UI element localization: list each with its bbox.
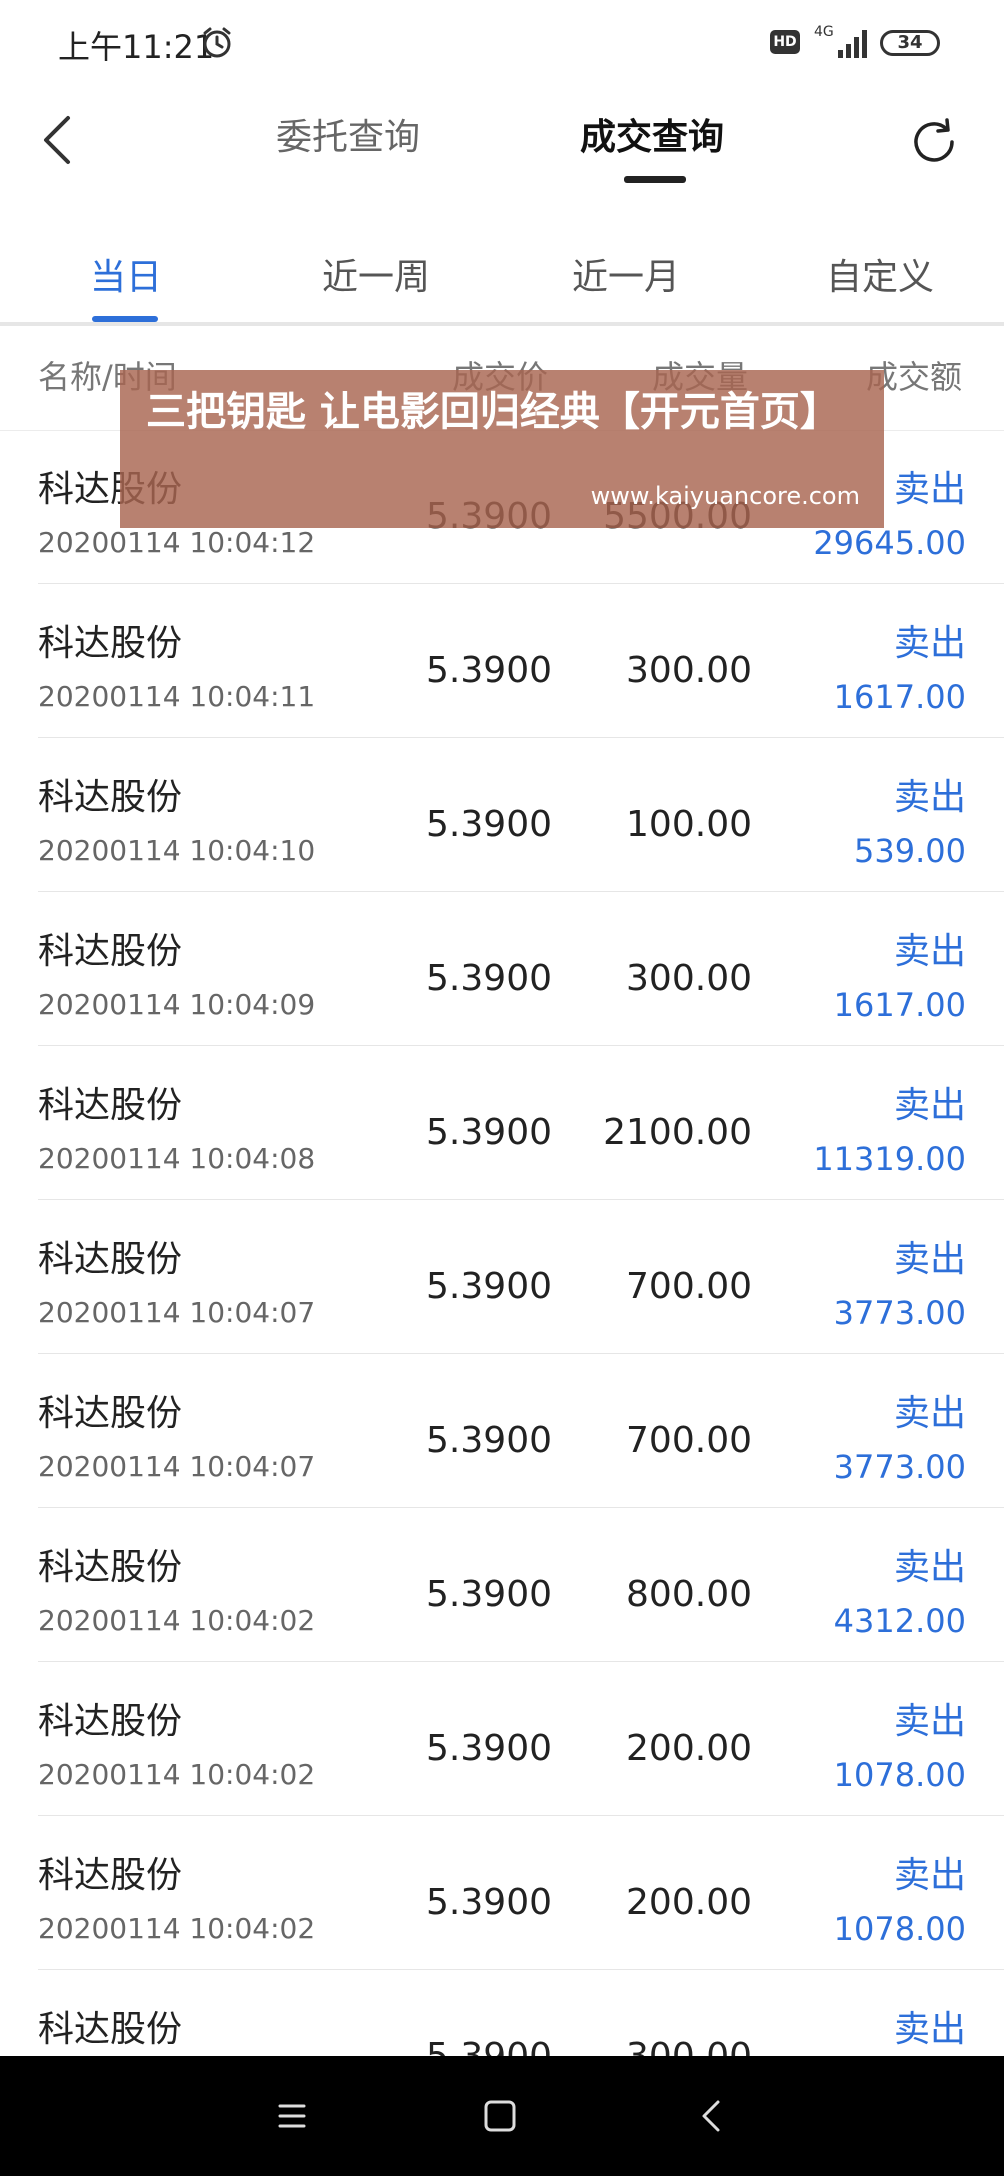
table-row[interactable]: 科达股份 20200114 10:04:07 5.3900 700.00 卖出 … xyxy=(0,1354,1004,1508)
trade-price: 5.3900 xyxy=(426,1882,552,1923)
period-tab-indicator xyxy=(92,316,158,322)
status-bar: 上午11:21 HD 4G 34 xyxy=(0,0,1004,88)
hd-badge: HD xyxy=(770,30,800,54)
trade-price: 5.3900 xyxy=(426,1420,552,1461)
trade-price: 5.3900 xyxy=(426,650,552,691)
trade-amount: 3773.00 xyxy=(833,1448,966,1486)
status-time: 上午11:21 xyxy=(58,28,215,66)
system-nav-bar xyxy=(0,2056,1004,2176)
trade-quantity: 700.00 xyxy=(626,1266,752,1307)
trade-side: 卖出 xyxy=(893,623,966,664)
trade-quantity: 200.00 xyxy=(626,1728,752,1769)
trade-amount: 1078.00 xyxy=(833,1910,966,1948)
trade-time: 20200114 10:04:08 xyxy=(38,1142,316,1175)
trade-time: 20200114 10:04:02 xyxy=(38,1758,316,1791)
tab-order-query[interactable]: 委托查询 xyxy=(276,108,420,160)
trade-amount: 1617.00 xyxy=(833,986,966,1024)
stock-name: 科达股份 xyxy=(38,1855,183,1896)
trade-quantity: 700.00 xyxy=(626,1420,752,1461)
trade-side: 卖出 xyxy=(893,1393,966,1434)
table-row[interactable]: 科达股份 20200114 10:04:11 5.3900 300.00 卖出 … xyxy=(0,584,1004,738)
active-tab-indicator xyxy=(624,176,686,183)
stock-name: 科达股份 xyxy=(38,1393,183,1434)
trade-quantity: 300.00 xyxy=(626,650,752,691)
watermark-banner: 三把钥匙 让电影回归经典【开元首页】 www.kaiyuancore.com xyxy=(120,370,884,528)
trade-time: 20200114 10:04:12 xyxy=(38,526,316,559)
trade-side: 卖出 xyxy=(893,1085,966,1126)
trade-time: 20200114 10:04:10 xyxy=(38,834,316,867)
trade-amount: 4312.00 xyxy=(833,1602,966,1640)
stock-name: 科达股份 xyxy=(38,1239,183,1280)
trade-side: 卖出 xyxy=(893,1855,966,1896)
table-row[interactable]: 科达股份 20200114 10:04:02 5.3900 800.00 卖出 … xyxy=(0,1508,1004,1662)
trade-side: 卖出 xyxy=(893,777,966,818)
stock-name: 科达股份 xyxy=(38,1701,183,1742)
watermark-url: www.kaiyuancore.com xyxy=(590,482,860,510)
period-tabs: 当日 近一周 近一月 自定义 xyxy=(0,208,1004,326)
watermark-title: 三把钥匙 让电影回归经典【开元首页】 xyxy=(146,389,840,435)
period-tab-custom[interactable]: 自定义 xyxy=(826,248,934,300)
stock-name: 科达股份 xyxy=(38,931,183,972)
stock-name: 科达股份 xyxy=(38,1085,183,1126)
trade-time: 20200114 10:04:07 xyxy=(38,1450,316,1483)
menu-icon[interactable] xyxy=(270,2094,314,2138)
trade-time: 20200114 10:04:11 xyxy=(38,680,316,713)
trade-side: 卖出 xyxy=(893,1547,966,1588)
trade-price: 5.3900 xyxy=(426,1112,552,1153)
table-row[interactable]: 科达股份 20200114 10:04:02 5.3900 200.00 卖出 … xyxy=(0,1816,1004,1970)
period-tab-today[interactable]: 当日 xyxy=(90,248,162,300)
trade-amount: 539.00 xyxy=(854,832,966,870)
battery-indicator: 34 xyxy=(880,30,940,56)
trade-time: 20200114 10:04:02 xyxy=(38,1604,316,1637)
trade-quantity: 300.00 xyxy=(626,958,752,999)
trade-amount: 1617.00 xyxy=(833,678,966,716)
trade-side: 卖出 xyxy=(893,469,966,510)
trade-amount: 11319.00 xyxy=(813,1140,966,1178)
trade-quantity: 800.00 xyxy=(626,1574,752,1615)
alarm-clock-icon xyxy=(203,27,231,58)
trade-price: 5.3900 xyxy=(426,804,552,845)
trade-amount: 1078.00 xyxy=(833,1756,966,1794)
trade-amount: 3773.00 xyxy=(833,1294,966,1332)
trade-price: 5.3900 xyxy=(426,958,552,999)
stock-name: 科达股份 xyxy=(38,2009,183,2050)
trade-time: 20200114 10:04:07 xyxy=(38,1296,316,1329)
table-row[interactable]: 科达股份 20200114 10:04:08 5.3900 2100.00 卖出… xyxy=(0,1046,1004,1200)
trade-price: 5.3900 xyxy=(426,1574,552,1615)
trade-side: 卖出 xyxy=(893,2009,966,2050)
trade-side: 卖出 xyxy=(893,931,966,972)
tab-trade-query[interactable]: 成交查询 xyxy=(580,108,724,160)
table-row[interactable]: 科达股份 20200114 10:04:09 5.3900 300.00 卖出 … xyxy=(0,892,1004,1046)
trade-quantity: 2100.00 xyxy=(603,1112,752,1153)
back-icon[interactable] xyxy=(34,110,84,170)
trade-amount: 29645.00 xyxy=(813,524,966,562)
trade-quantity: 200.00 xyxy=(626,1882,752,1923)
table-row[interactable]: 科达股份 20200114 10:04:07 5.3900 700.00 卖出 … xyxy=(0,1200,1004,1354)
table-row[interactable]: 科达股份 20200114 10:04:10 5.3900 100.00 卖出 … xyxy=(0,738,1004,892)
trade-time: 20200114 10:04:02 xyxy=(38,1912,316,1945)
stock-name: 科达股份 xyxy=(38,623,183,664)
network-type: 4G xyxy=(814,24,834,40)
trade-time: 20200114 10:04:09 xyxy=(38,988,316,1021)
stock-name: 科达股份 xyxy=(38,1547,183,1588)
signal-icon xyxy=(838,30,867,58)
header: 委托查询 成交查询 xyxy=(0,88,1004,208)
nav-back-icon[interactable] xyxy=(690,2094,734,2138)
period-tab-week[interactable]: 近一周 xyxy=(322,248,430,300)
stock-name: 科达股份 xyxy=(38,777,183,818)
trade-side: 卖出 xyxy=(893,1701,966,1742)
refresh-icon[interactable] xyxy=(906,114,962,170)
table-row[interactable]: 科达股份 20200114 10:04:02 5.3900 200.00 卖出 … xyxy=(0,1662,1004,1816)
trade-price: 5.3900 xyxy=(426,1266,552,1307)
trade-price: 5.3900 xyxy=(426,1728,552,1769)
trade-quantity: 100.00 xyxy=(626,804,752,845)
period-tab-month[interactable]: 近一月 xyxy=(572,248,680,300)
trade-side: 卖出 xyxy=(893,1239,966,1280)
home-square-icon[interactable] xyxy=(478,2094,522,2138)
